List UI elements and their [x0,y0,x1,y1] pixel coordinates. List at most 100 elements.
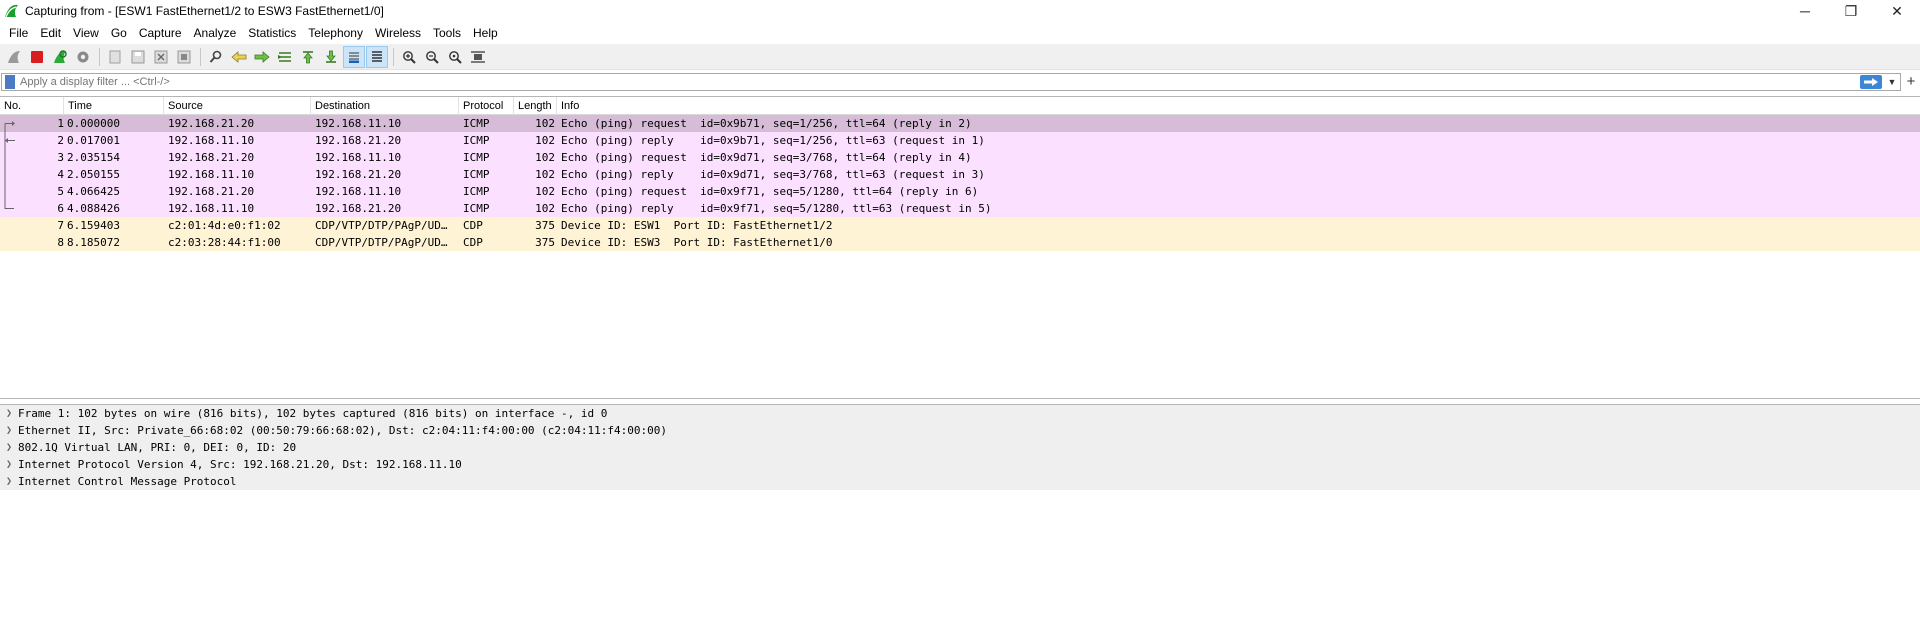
related-request-icon [4,121,15,132]
wireshark-icon [5,4,18,18]
filter-dropdown-icon[interactable]: ▼ [1886,75,1898,89]
menu-help[interactable]: Help [467,23,504,43]
detail-vlan: 802.1Q Virtual LAN, PRI: 0, DEI: 0, ID: … [18,441,297,454]
packet-length: 102 [535,117,555,130]
packet-protocol: ICMP [463,168,490,181]
reload-file-icon[interactable] [173,46,195,68]
column-header-info[interactable]: Info [557,97,1920,115]
stop-capture-icon[interactable] [26,46,48,68]
packet-row[interactable]: 5 4.066425 192.168.21.20 192.168.11.10 I… [0,183,1920,200]
filter-bookmark-icon[interactable] [5,75,15,89]
autoscroll-icon[interactable] [343,45,365,68]
menu-telephony[interactable]: Telephony [302,23,369,43]
find-packet-icon[interactable] [205,46,227,68]
detail-tree-item[interactable]: ❯ Frame 1: 102 bytes on wire (816 bits), … [0,405,1920,422]
detail-tree-item[interactable]: ❯ 802.1Q Virtual LAN, PRI: 0, DEI: 0, ID:… [0,439,1920,456]
menu-capture[interactable]: Capture [133,23,188,43]
detail-tree-item[interactable]: ❯ Internet Protocol Version 4, Src: 192.1… [0,456,1920,473]
chevron-right-icon[interactable]: ❯ [0,456,18,473]
add-filter-button-icon[interactable]: + [1904,73,1918,91]
zoom-out-icon[interactable] [421,46,443,68]
capture-options-icon[interactable] [72,46,94,68]
menu-bar: File Edit View Go Capture Analyze Statis… [0,23,504,43]
packet-row[interactable]: 7 6.159403 c2:01:4d:e0:f1:02 CDP/VTP/DTP… [0,217,1920,234]
packet-source: c2:03:28:44:f1:00 [168,236,281,249]
column-header-destination[interactable]: Destination [311,97,459,115]
packet-no: 3 [57,151,64,164]
packet-protocol: ICMP [463,202,490,215]
detail-tree-item[interactable]: ❯ Ethernet II, Src: Private_66:68:02 (00:… [0,422,1920,439]
restart-capture-icon[interactable] [49,46,71,68]
packet-destination: CDP/VTP/DTP/PAgP/UD… [315,219,448,232]
zoom-in-icon[interactable] [398,46,420,68]
open-file-icon[interactable] [104,46,126,68]
column-header-time[interactable]: Time [64,97,164,115]
chevron-right-icon[interactable]: ❯ [0,405,18,422]
toolbar-separator [393,47,394,66]
column-header-source[interactable]: Source [164,97,311,115]
restore-button[interactable]: ❐ [1828,0,1874,22]
chevron-right-icon[interactable]: ❯ [0,422,18,439]
save-file-icon[interactable] [127,46,149,68]
apply-filter-button[interactable] [1860,75,1882,89]
packet-protocol: CDP [463,219,483,232]
window-title: Capturing from - [ESW1 FastEthernet1/2 t… [25,4,384,18]
shark-fin-icon[interactable] [3,46,25,68]
close-button[interactable]: ✕ [1874,0,1920,22]
column-header-no[interactable]: No. [0,97,64,115]
packet-source: 192.168.21.20 [168,185,255,198]
packet-row[interactable]: 1 0.000000 192.168.21.20 192.168.11.10 I… [0,115,1920,132]
resize-columns-icon[interactable] [467,46,489,68]
packet-info: Device ID: ESW1 Port ID: FastEthernet1/2 [561,219,833,232]
detail-frame: Frame 1: 102 bytes on wire (816 bits), 1… [18,407,608,420]
related-line-icon [4,183,6,200]
menu-wireless[interactable]: Wireless [369,23,427,43]
packet-protocol: ICMP [463,117,490,130]
detail-tree-item[interactable]: ❯ Internet Control Message Protocol [0,473,1920,490]
packet-info: Device ID: ESW3 Port ID: FastEthernet1/0 [561,236,833,249]
chevron-right-icon[interactable]: ❯ [0,473,18,490]
normal-size-icon[interactable] [444,46,466,68]
packet-length: 102 [535,185,555,198]
detail-ethernet: Ethernet II, Src: Private_66:68:02 (00:5… [18,424,668,437]
minimize-button[interactable]: ─ [1782,0,1828,22]
go-forward-icon[interactable] [251,46,273,68]
packet-time: 8.185072 [67,236,120,249]
packet-protocol: ICMP [463,185,490,198]
packet-row[interactable]: 6 4.088426 192.168.11.10 192.168.21.20 I… [0,200,1920,217]
menu-analyze[interactable]: Analyze [188,23,243,43]
packet-no: 7 [57,219,64,232]
colorize-icon[interactable] [366,45,388,68]
packet-info: Echo (ping) reply id=0x9d71, seq=3/768, … [561,168,985,181]
chevron-right-icon[interactable]: ❯ [0,439,18,456]
go-last-icon[interactable] [320,46,342,68]
menu-file[interactable]: File [3,23,34,43]
close-file-icon[interactable] [150,46,172,68]
packet-row[interactable]: 2 0.017001 192.168.11.10 192.168.21.20 I… [0,132,1920,149]
packet-source: 192.168.11.10 [168,168,255,181]
column-header-length[interactable]: Length [514,97,557,115]
packet-protocol: ICMP [463,134,490,147]
packet-row[interactable]: 8 8.185072 c2:03:28:44:f1:00 CDP/VTP/DTP… [0,234,1920,251]
main-toolbar [0,44,1920,70]
column-header-protocol[interactable]: Protocol [459,97,514,115]
menu-tools[interactable]: Tools [427,23,467,43]
menu-statistics[interactable]: Statistics [242,23,302,43]
packet-no: 8 [57,236,64,249]
packet-destination: 192.168.21.20 [315,202,402,215]
packet-no: 1 [57,117,64,130]
go-to-packet-icon[interactable] [274,46,296,68]
menu-edit[interactable]: Edit [34,23,67,43]
packet-info: Echo (ping) reply id=0x9b71, seq=1/256, … [561,134,985,147]
packet-row[interactable]: 3 2.035154 192.168.21.20 192.168.11.10 I… [0,149,1920,166]
menu-go[interactable]: Go [105,23,133,43]
go-first-icon[interactable] [297,46,319,68]
related-line-icon [4,166,6,183]
packet-row[interactable]: 4 2.050155 192.168.11.10 192.168.21.20 I… [0,166,1920,183]
packet-length: 375 [535,236,555,249]
menu-view[interactable]: View [67,23,105,43]
go-back-icon[interactable] [228,46,250,68]
packet-time: 6.159403 [67,219,120,232]
display-filter-input[interactable] [20,76,1860,88]
packet-destination: CDP/VTP/DTP/PAgP/UD… [315,236,448,249]
